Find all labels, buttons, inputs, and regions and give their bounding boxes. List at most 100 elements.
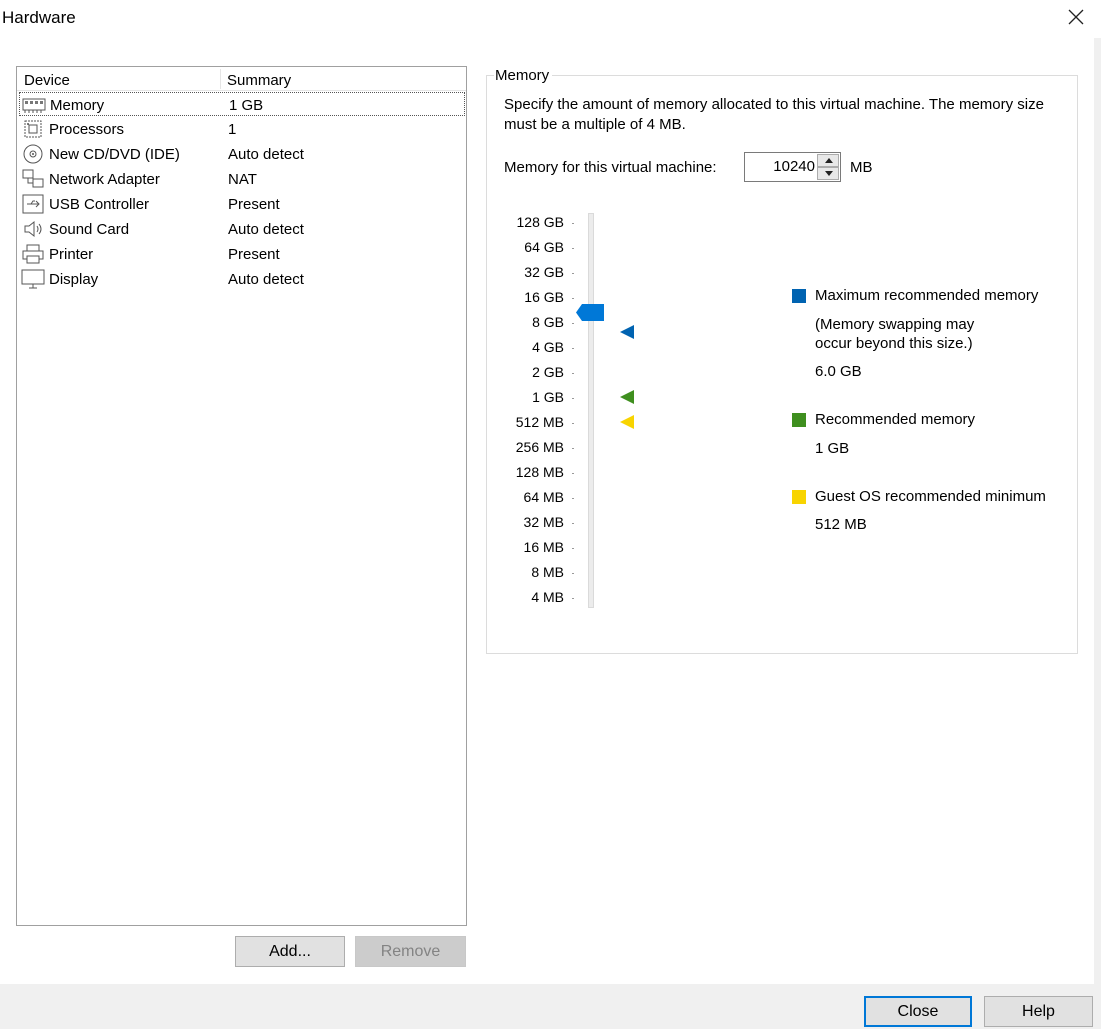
network-icon — [21, 168, 45, 190]
device-summary: 1 — [228, 121, 237, 138]
cd-dvd-icon — [21, 143, 45, 165]
usb-icon — [21, 193, 45, 215]
scale-label: 32 MB — [523, 514, 564, 530]
scale-label: 256 MB — [515, 439, 564, 455]
scale-label: 512 MB — [515, 414, 564, 430]
device-list[interactable]: Device Summary Memory 1 GB Processors 1 … — [16, 66, 467, 926]
max-recommended-marker — [620, 325, 634, 339]
sound-icon — [21, 218, 45, 240]
scale-tick — [572, 598, 574, 599]
scale-label: 8 GB — [532, 314, 564, 330]
device-row-network-adapter[interactable]: Network Adapter NAT — [19, 167, 465, 191]
scale-tick — [572, 323, 574, 324]
legend-max-swatch — [792, 289, 806, 303]
legend-min-label: Guest OS recommended minimum — [815, 488, 1046, 505]
title-bar: Hardware — [0, 0, 1101, 38]
memory-slider-track[interactable] — [588, 213, 594, 608]
close-window-button[interactable] — [1063, 4, 1089, 30]
scale-label: 16 GB — [524, 289, 564, 305]
scale-tick — [572, 248, 574, 249]
device-summary: NAT — [228, 171, 257, 188]
device-name: Processors — [49, 121, 125, 138]
device-summary: Present — [228, 246, 280, 263]
scale-tick — [572, 373, 574, 374]
device-row-sound-card[interactable]: Sound Card Auto detect — [19, 217, 465, 241]
scale-label: 4 GB — [532, 339, 564, 355]
device-row-memory[interactable]: Memory 1 GB — [19, 92, 465, 116]
increase-memory-button[interactable] — [817, 154, 839, 167]
device-row-printer[interactable]: Printer Present — [19, 242, 465, 266]
scale-label: 16 MB — [523, 539, 564, 555]
column-separator[interactable] — [220, 69, 221, 89]
scale-tick — [572, 348, 574, 349]
memory-description: Specify the amount of memory allocated t… — [504, 96, 1044, 133]
device-name: USB Controller — [49, 196, 150, 213]
legend-rec-label: Recommended memory — [815, 411, 976, 428]
device-name: Sound Card — [49, 221, 130, 238]
legend-min-swatch — [792, 490, 806, 504]
memory-spinbox[interactable]: 10240 — [744, 152, 841, 182]
close-icon — [1068, 9, 1084, 25]
device-row-cd-dvd[interactable]: New CD/DVD (IDE) Auto detect — [19, 142, 465, 166]
legend-max-note: occur beyond this size.) — [815, 335, 973, 352]
scale-tick — [572, 223, 574, 224]
scale-label: 1 GB — [532, 389, 564, 405]
memory-input[interactable]: 10240 — [745, 158, 815, 175]
device-summary: Auto detect — [228, 146, 304, 163]
scale-tick — [572, 523, 574, 524]
legend-max-value: 6.0 GB — [815, 363, 862, 380]
processor-icon — [21, 118, 45, 140]
scale-tick — [572, 473, 574, 474]
close-button[interactable]: Close — [864, 996, 972, 1027]
device-name: Memory — [50, 97, 105, 114]
memory-slider-thumb[interactable] — [576, 304, 604, 321]
device-row-processors[interactable]: Processors 1 — [19, 117, 465, 141]
scale-label: 128 GB — [516, 214, 564, 230]
dialog-body: Device Summary Memory 1 GB Processors 1 … — [0, 38, 1101, 1029]
scale-label: 4 MB — [531, 589, 564, 605]
column-header-summary[interactable]: Summary — [227, 72, 291, 89]
scale-label: 32 GB — [524, 264, 564, 280]
device-summary: Auto detect — [228, 271, 304, 288]
device-list-header: Device Summary — [17, 67, 466, 91]
legend-max-note: (Memory swapping may — [815, 316, 975, 333]
legend-min-value: 512 MB — [815, 516, 867, 533]
display-icon — [21, 268, 45, 290]
scale-tick — [572, 448, 574, 449]
device-name: Printer — [49, 246, 94, 263]
scale-label: 64 GB — [524, 239, 564, 255]
content-panel: Device Summary Memory 1 GB Processors 1 … — [0, 38, 1094, 984]
scale-tick — [572, 298, 574, 299]
scale-tick — [572, 273, 574, 274]
memory-icon — [22, 94, 46, 116]
column-header-device[interactable]: Device — [24, 72, 70, 89]
memory-group-label: Memory — [494, 67, 553, 84]
memory-unit-label: MB — [850, 159, 873, 176]
legend-rec-value: 1 GB — [815, 440, 850, 457]
device-name: Display — [49, 271, 99, 288]
device-summary: Present — [228, 196, 280, 213]
scale-tick — [572, 548, 574, 549]
device-row-usb-controller[interactable]: USB Controller Present — [19, 192, 465, 216]
scale-tick — [572, 398, 574, 399]
memory-field-label: Memory for this virtual machine: — [504, 159, 717, 176]
scale-label: 2 GB — [532, 364, 564, 380]
printer-icon — [21, 243, 45, 265]
scale-label: 64 MB — [523, 489, 564, 505]
legend-rec-swatch — [792, 413, 806, 427]
decrease-memory-button[interactable] — [817, 167, 839, 180]
scale-label: 8 MB — [531, 564, 564, 580]
device-summary: 1 GB — [229, 97, 264, 114]
remove-button[interactable]: Remove — [355, 936, 466, 967]
scale-tick — [572, 498, 574, 499]
window-title: Hardware — [2, 8, 76, 27]
device-name: Network Adapter — [49, 171, 160, 188]
device-name: New CD/DVD (IDE) — [49, 146, 180, 163]
recommended-marker — [620, 390, 634, 404]
scale-tick — [572, 573, 574, 574]
help-button[interactable]: Help — [984, 996, 1093, 1027]
legend-max-label: Maximum recommended memory — [815, 287, 1039, 304]
device-row-display[interactable]: Display Auto detect — [19, 267, 465, 291]
add-button[interactable]: Add... — [235, 936, 345, 967]
device-summary: Auto detect — [228, 221, 304, 238]
